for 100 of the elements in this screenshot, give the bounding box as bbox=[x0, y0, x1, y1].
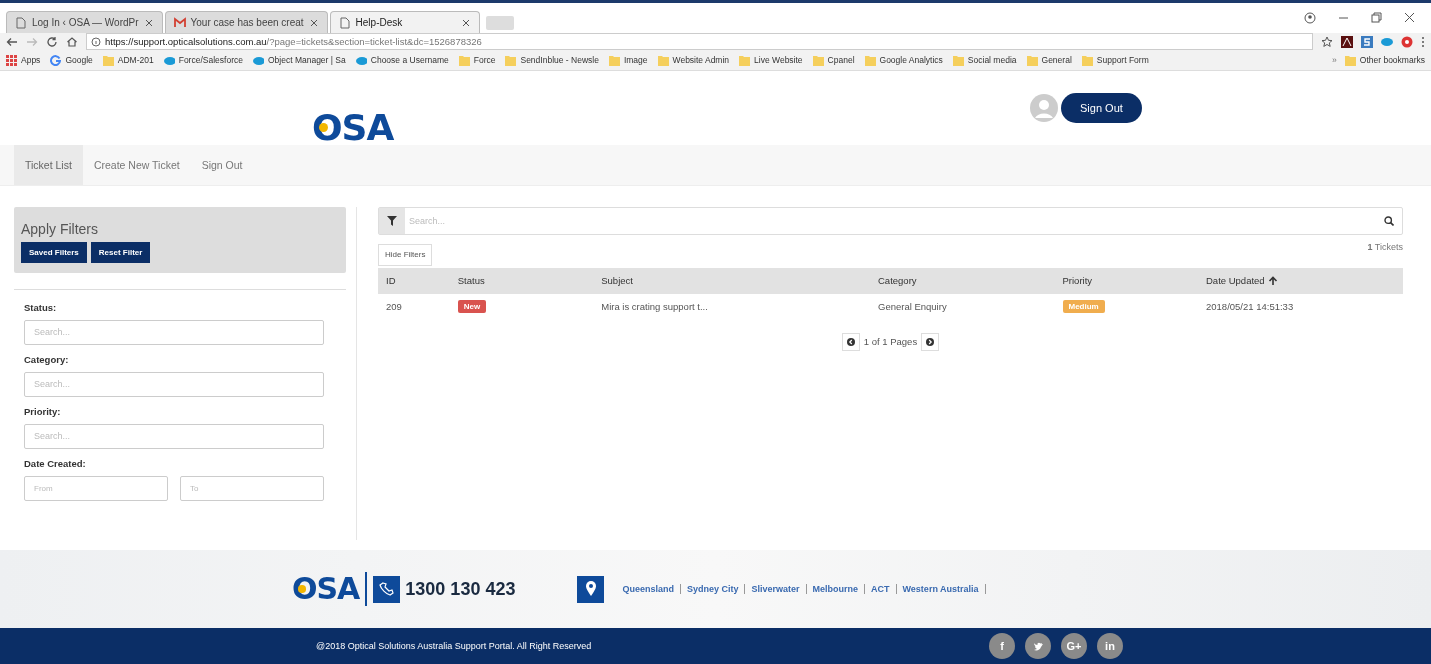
bookmark[interactable]: Object Manager | Sa bbox=[252, 54, 346, 66]
priority-badge: Medium bbox=[1062, 300, 1105, 314]
location-link[interactable]: Melbourne bbox=[812, 584, 859, 594]
bookmark[interactable]: Website Admin bbox=[657, 54, 730, 66]
search-field[interactable]: Search... bbox=[24, 319, 324, 345]
table-cell: 209 bbox=[378, 293, 450, 320]
search-field[interactable]: Search... bbox=[24, 423, 324, 449]
phone-icon bbox=[378, 581, 395, 597]
bookmark[interactable]: Image bbox=[608, 54, 648, 66]
bookmark[interactable]: Google bbox=[50, 54, 93, 66]
pdf-extension-icon[interactable] bbox=[1341, 35, 1353, 48]
folder-icon bbox=[1026, 54, 1038, 66]
extension-icon[interactable] bbox=[1401, 35, 1413, 48]
sort-arrow-icon bbox=[1267, 276, 1278, 287]
cloud-icon bbox=[355, 54, 367, 66]
folder-icon bbox=[608, 54, 620, 66]
folder-icon bbox=[812, 54, 824, 66]
info-icon bbox=[91, 36, 101, 47]
column-header[interactable]: Subject bbox=[593, 267, 870, 294]
table-cell: General Enquiry bbox=[870, 293, 1055, 320]
home-icon[interactable] bbox=[66, 35, 78, 48]
google-g-icon bbox=[50, 54, 62, 66]
ticket-count: 1 Tickets bbox=[1367, 241, 1403, 252]
nav-tab[interactable]: Sign Out bbox=[190, 145, 254, 185]
browser-tab[interactable]: Help-Desk bbox=[329, 11, 480, 33]
location-link[interactable]: Sydney City bbox=[686, 584, 739, 594]
bookmark[interactable]: Choose a Username bbox=[355, 54, 449, 66]
next-page-button[interactable] bbox=[921, 332, 940, 351]
bookmark[interactable]: Google Analytics bbox=[864, 54, 943, 66]
page-icon bbox=[15, 16, 27, 29]
hide-filters-button[interactable]: Hide Filters bbox=[378, 243, 433, 266]
column-header[interactable]: Category bbox=[870, 267, 1055, 294]
apps-grid-icon bbox=[6, 54, 17, 66]
logo: OSA bbox=[312, 110, 394, 147]
folder-icon bbox=[1344, 54, 1356, 66]
bookmark[interactable]: Support Form bbox=[1081, 54, 1149, 66]
field-label: Category: bbox=[24, 353, 70, 365]
column-header[interactable]: Status bbox=[449, 267, 594, 294]
bookmark[interactable]: Apps bbox=[6, 54, 41, 66]
location-link[interactable]: Queensland bbox=[622, 584, 674, 594]
table-cell: Mira is crating support t... bbox=[593, 293, 870, 320]
bookmark[interactable]: Force/Salesforce bbox=[163, 54, 243, 66]
search-field[interactable]: Search... bbox=[24, 371, 324, 397]
close-icon[interactable] bbox=[308, 17, 319, 28]
location-link[interactable]: Sliverwater bbox=[751, 584, 800, 594]
folder-icon bbox=[1081, 54, 1093, 66]
bookmark[interactable]: SendInblue - Newsle bbox=[505, 54, 599, 66]
cloud-icon bbox=[252, 54, 264, 66]
bookmark-folder[interactable]: Other bookmarks bbox=[1344, 54, 1425, 66]
star-icon[interactable] bbox=[1321, 35, 1333, 48]
column-header[interactable]: ID bbox=[378, 267, 450, 294]
date-to-field[interactable]: To bbox=[180, 475, 324, 501]
reload-icon[interactable] bbox=[46, 35, 58, 48]
chevron-left-icon bbox=[846, 337, 855, 346]
bookmark[interactable]: Social media bbox=[952, 54, 1017, 66]
field-label: Date Created: bbox=[24, 457, 87, 469]
search-bar[interactable]: Search... bbox=[378, 206, 1403, 235]
sign-out-button[interactable]: Sign Out bbox=[1061, 93, 1142, 123]
browser-tab[interactable]: Your case has been creat bbox=[164, 11, 328, 33]
cloud-icon[interactable] bbox=[1381, 35, 1393, 48]
column-header[interactable]: Date Updated bbox=[1198, 267, 1403, 294]
social-link[interactable] bbox=[1025, 633, 1051, 659]
filter-icon bbox=[387, 215, 397, 226]
bookmark[interactable]: ADM-201 bbox=[102, 54, 154, 66]
restore-icon[interactable] bbox=[1371, 12, 1382, 23]
page-indicator: 1 of 1 Pages bbox=[863, 336, 918, 348]
nav-tab[interactable]: Ticket List bbox=[14, 145, 83, 185]
footer-logo: OSA bbox=[292, 574, 360, 604]
nav-tab[interactable]: Create New Ticket bbox=[82, 145, 191, 185]
extension-icon[interactable] bbox=[1361, 35, 1373, 48]
search-icon[interactable] bbox=[1384, 215, 1394, 226]
bookmark[interactable]: Force bbox=[458, 54, 496, 66]
field-label: Priority: bbox=[24, 405, 62, 417]
back-icon[interactable] bbox=[6, 35, 18, 48]
page-icon bbox=[338, 16, 351, 29]
cloud-icon bbox=[163, 54, 175, 66]
menu-icon[interactable] bbox=[1421, 35, 1425, 48]
column-header[interactable]: Priority bbox=[1054, 267, 1198, 294]
folder-icon bbox=[952, 54, 964, 66]
bookmark[interactable]: Live Website bbox=[739, 54, 803, 66]
close-icon[interactable] bbox=[460, 17, 471, 28]
folder-icon bbox=[505, 54, 517, 66]
bookmark[interactable]: Cpanel bbox=[812, 54, 855, 66]
browser-tab[interactable]: Log In ‹ OSA — WordPr bbox=[6, 11, 163, 33]
close-icon[interactable] bbox=[143, 17, 154, 28]
folder-icon bbox=[102, 54, 114, 66]
mail-icon bbox=[173, 16, 186, 29]
previous-page-button[interactable] bbox=[841, 332, 860, 351]
location-link[interactable]: ACT bbox=[871, 584, 890, 594]
folder-icon bbox=[657, 54, 669, 66]
close-icon[interactable] bbox=[1404, 12, 1415, 23]
bookmark[interactable]: General bbox=[1026, 54, 1072, 66]
location-link[interactable]: Western Australia bbox=[902, 584, 979, 594]
folder-icon bbox=[864, 54, 876, 66]
more-bookmarks-button[interactable]: » bbox=[1332, 55, 1337, 65]
profile-icon[interactable] bbox=[1304, 12, 1316, 24]
address-bar[interactable]: https://support.opticalsolutions.com.au/?page=tickets&section=ticket-list&dc=1526878326 bbox=[86, 33, 1313, 50]
folder-icon bbox=[739, 54, 751, 66]
filter-button[interactable]: Reset Filter bbox=[90, 241, 151, 263]
filter-button[interactable]: Saved Filters bbox=[21, 241, 87, 263]
